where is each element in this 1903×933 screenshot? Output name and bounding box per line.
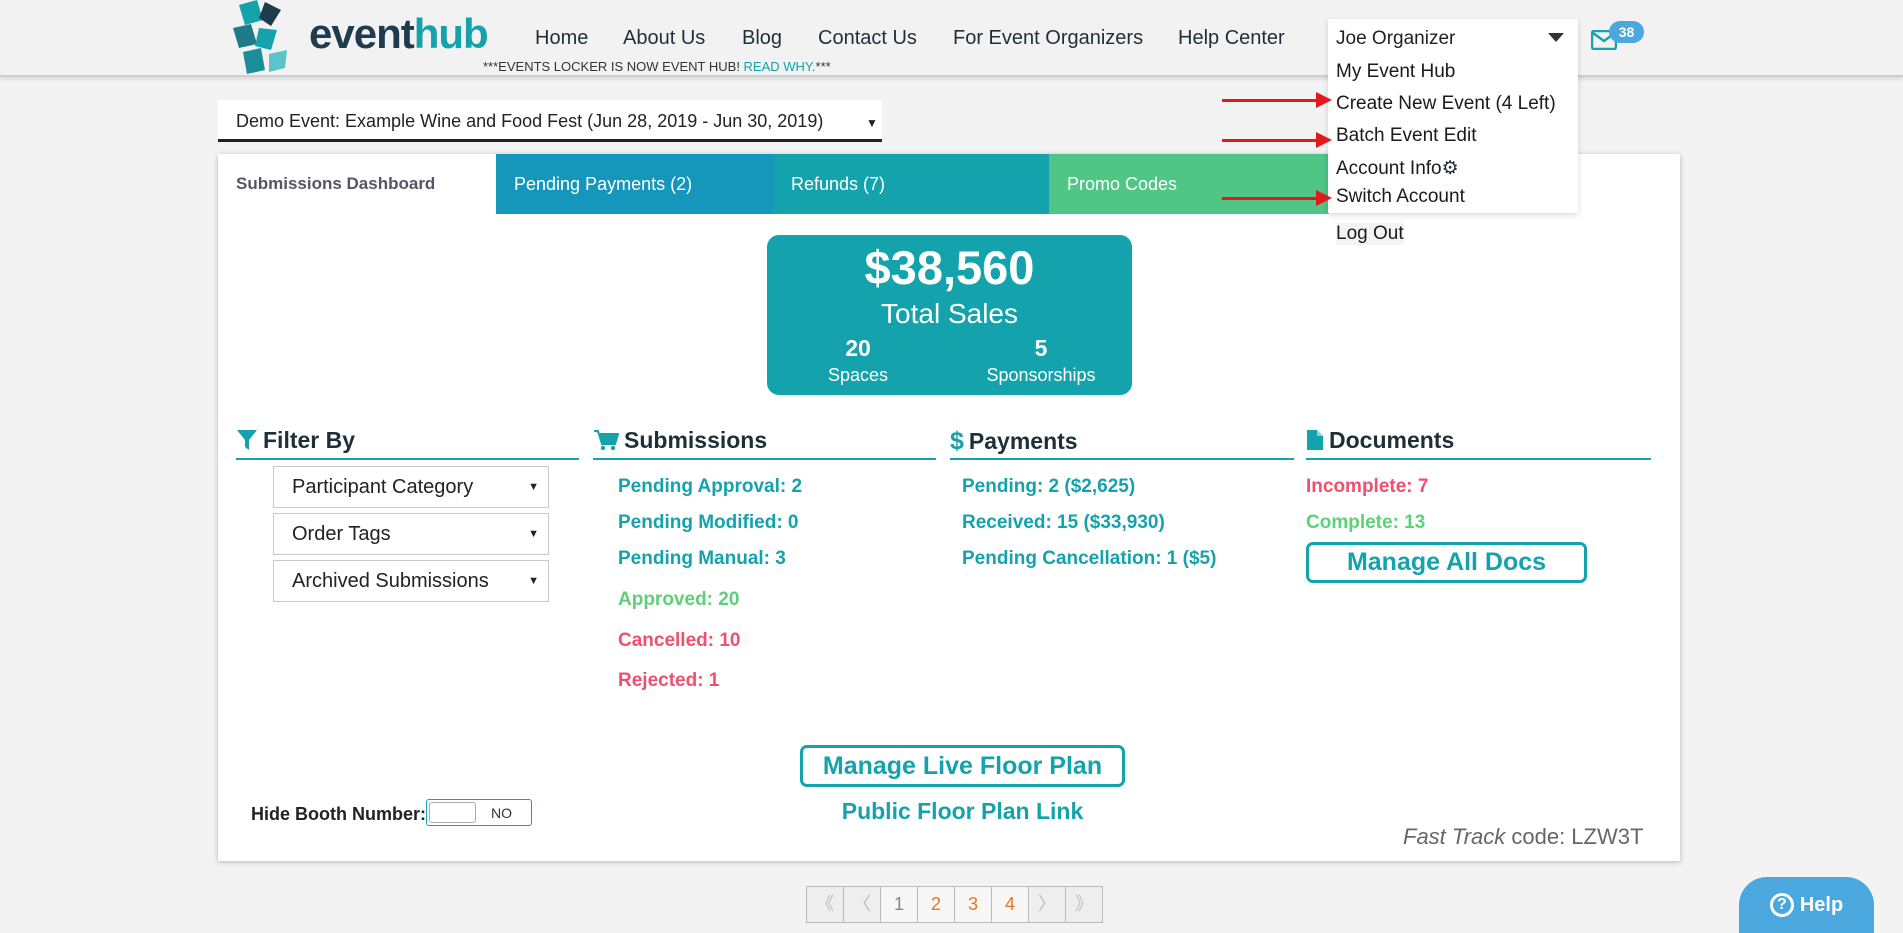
red-arrow-annotation <box>1222 92 1332 108</box>
mail-count-badge[interactable]: 38 <box>1609 21 1644 43</box>
participant-category-dropdown[interactable]: Participant Category ▼ <box>273 466 549 508</box>
chevron-down-icon[interactable] <box>1548 33 1564 42</box>
fast-track-value: code: LZW3T <box>1505 824 1644 849</box>
spaces-count: 20 <box>845 335 871 361</box>
filter-by-heading: Filter By <box>236 427 579 460</box>
question-circle-icon: ? <box>1769 893 1794 917</box>
fast-track-label: Fast Track <box>1403 824 1506 849</box>
menu-switch-account[interactable]: Switch Account <box>1336 186 1465 208</box>
menu-log-out[interactable]: Log Out <box>1336 223 1404 245</box>
caret-down-icon: ▼ <box>528 481 539 493</box>
menu-my-event-hub[interactable]: My Event Hub <box>1336 61 1455 83</box>
dollar-icon: $ <box>950 427 964 455</box>
submissions-title: Submissions <box>624 427 768 453</box>
tagline-read-why-link[interactable]: READ WHY. <box>744 59 816 74</box>
payments-title: Payments <box>968 428 1078 454</box>
cancelled-link[interactable]: Cancelled: 10 <box>618 630 741 652</box>
spaces-label: Spaces <box>827 365 889 385</box>
tagline-suffix: *** <box>815 59 831 74</box>
menu-batch-event-edit[interactable]: Batch Event Edit <box>1336 125 1476 147</box>
tab-promo-codes[interactable]: Promo Codes <box>1049 154 1329 214</box>
pagination-page-1[interactable]: 1 <box>880 886 918 923</box>
logo-word-hub: hub <box>413 10 489 57</box>
pagination: 《 〈 1 2 3 4 〉 》 <box>806 886 1103 923</box>
event-select[interactable]: Demo Event: Example Wine and Food Fest (… <box>218 100 882 142</box>
dropdown-label: Order Tags <box>292 523 391 545</box>
filter-icon <box>236 429 258 457</box>
payments-pending-cancellation-link[interactable]: Pending Cancellation: 1 ($5) <box>962 548 1216 570</box>
total-sales-amount: $38,560 <box>864 241 1035 294</box>
tab-pending-payments[interactable]: Pending Payments (2) <box>496 154 773 214</box>
documents-title: Documents <box>1329 427 1455 453</box>
hide-booth-number-label: Hide Booth Number: <box>251 804 426 824</box>
tagline: ***EVENTS LOCKER IS NOW EVENT HUB! READ … <box>483 59 831 74</box>
gear-icon: ⚙ <box>1441 158 1459 179</box>
documents-incomplete-link[interactable]: Incomplete: 7 <box>1306 476 1428 498</box>
payments-received-link[interactable]: Received: 15 ($33,930) <box>962 512 1165 534</box>
pagination-first[interactable]: 《 <box>806 886 844 923</box>
fast-track-code: Fast Track code: LZW3T <box>1403 824 1643 850</box>
sponsorships-label: Sponsorships <box>986 365 1096 385</box>
tab-submissions-dashboard[interactable]: Submissions Dashboard <box>218 154 496 214</box>
dropdown-label: Archived Submissions <box>292 570 489 592</box>
tagline-text: ***EVENTS LOCKER IS NOW EVENT HUB! <box>483 59 744 74</box>
nav-about-us[interactable]: About Us <box>623 27 705 50</box>
documents-complete-link[interactable]: Complete: 13 <box>1306 512 1425 534</box>
tab-refunds[interactable]: Refunds (7) <box>773 154 1049 214</box>
menu-account-info-label: Account Info <box>1336 158 1442 179</box>
nav-for-event-organizers[interactable]: For Event Organizers <box>953 27 1143 50</box>
red-arrow-annotation <box>1222 132 1332 148</box>
help-button[interactable]: ? Help <box>1739 877 1874 933</box>
dropdown-label: Participant Category <box>292 476 474 498</box>
archived-submissions-dropdown[interactable]: Archived Submissions ▼ <box>273 560 549 602</box>
nav-help-center[interactable]: Help Center <box>1178 27 1285 50</box>
sponsorships-count: 5 <box>1034 335 1048 361</box>
order-tags-dropdown[interactable]: Order Tags ▼ <box>273 513 549 555</box>
rejected-link[interactable]: Rejected: 1 <box>618 670 719 692</box>
nav-contact-us[interactable]: Contact Us <box>818 27 917 50</box>
approved-link[interactable]: Approved: 20 <box>618 589 739 611</box>
payments-pending-link[interactable]: Pending: 2 ($2,625) <box>962 476 1135 498</box>
red-arrow-annotation <box>1222 190 1332 206</box>
nav-blog[interactable]: Blog <box>742 27 782 50</box>
caret-down-icon: ▼ <box>528 575 539 587</box>
pending-manual-link[interactable]: Pending Manual: 3 <box>618 548 786 570</box>
pagination-page-4[interactable]: 4 <box>991 886 1029 923</box>
user-menu-toggle[interactable]: Joe Organizer <box>1336 28 1455 50</box>
menu-account-info[interactable]: Account Info⚙ <box>1336 157 1459 180</box>
manage-live-floor-plan-button[interactable]: Manage Live Floor Plan <box>800 745 1125 787</box>
nav-home[interactable]: Home <box>535 27 588 50</box>
submissions-heading: Submissions <box>593 427 936 460</box>
public-floor-plan-link[interactable]: Public Floor Plan Link <box>800 798 1125 825</box>
shopping-cart-icon <box>593 429 620 457</box>
total-sales-label: Total Sales <box>881 298 1018 329</box>
pending-approval-link[interactable]: Pending Approval: 2 <box>618 476 802 498</box>
help-label: Help <box>1799 894 1844 916</box>
document-icon <box>1306 429 1324 457</box>
pagination-page-3[interactable]: 3 <box>954 886 992 923</box>
caret-down-icon: ▼ <box>866 116 878 130</box>
toggle-knob[interactable] <box>429 802 476 823</box>
logo-icon <box>233 0 287 74</box>
manage-all-docs-button[interactable]: Manage All Docs <box>1306 542 1587 583</box>
payments-heading: $ Payments <box>950 427 1294 460</box>
filter-by-title: Filter By <box>263 427 356 453</box>
caret-down-icon: ▼ <box>528 528 539 540</box>
documents-heading: Documents <box>1306 427 1651 460</box>
menu-create-new-event[interactable]: Create New Event (4 Left) <box>1336 93 1556 115</box>
logo-wordmark[interactable]: eventhub <box>309 10 489 58</box>
pagination-prev[interactable]: 〈 <box>843 886 881 923</box>
logo-word-event: event <box>309 10 415 57</box>
toggle-state-text: NO <box>491 805 512 821</box>
pagination-next[interactable]: 〉 <box>1028 886 1066 923</box>
pagination-last[interactable]: 》 <box>1065 886 1103 923</box>
pagination-page-2[interactable]: 2 <box>917 886 955 923</box>
pending-modified-link[interactable]: Pending Modified: 0 <box>618 512 799 534</box>
